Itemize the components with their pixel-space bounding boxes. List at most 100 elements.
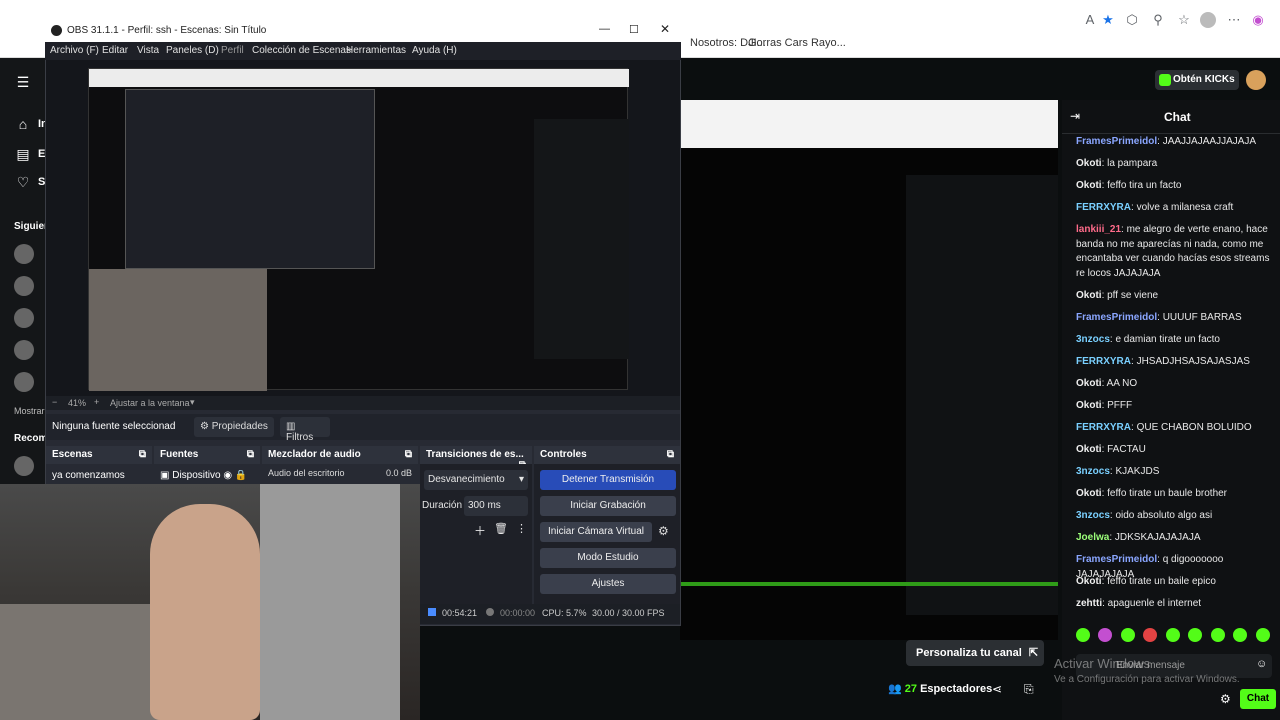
customize-channel-button[interactable]: Personaliza tu canal ⇱ — [906, 640, 1044, 666]
menu-editar[interactable]: Editar — [102, 45, 128, 56]
menu-archivo[interactable]: Archivo (F) — [50, 45, 99, 56]
transition-select[interactable]: Desvanecimiento ▾ — [424, 470, 528, 490]
menu-coleccion[interactable]: Colección de Escenas — [252, 45, 351, 56]
chat-username[interactable]: Okoti — [1076, 290, 1102, 301]
dock-options-icon[interactable]: ⧉ — [667, 449, 674, 460]
studio-mode-button[interactable]: Modo Estudio — [540, 548, 676, 568]
virtual-camera-button[interactable]: Iniciar Cámara Virtual — [540, 522, 652, 542]
chat-username[interactable]: 3nzocs — [1076, 510, 1110, 521]
chevron-down-icon[interactable]: ▾ — [190, 397, 195, 408]
dock-options-icon[interactable]: ⧉ — [405, 449, 412, 460]
share-icon[interactable]: ⋖ — [992, 682, 1002, 696]
filters-button[interactable]: ▥ Filtros — [280, 417, 330, 443]
profile-avatar[interactable] — [1200, 12, 1216, 28]
avatar[interactable] — [14, 244, 34, 264]
menu-ayuda[interactable]: Ayuda (H) — [412, 45, 457, 56]
scene-item[interactable]: ya comenzamos — [52, 470, 125, 481]
trash-icon[interactable]: 🗑 — [494, 522, 508, 535]
zoom-in-icon[interactable]: + — [94, 397, 99, 407]
home-icon[interactable]: ⌂ — [14, 116, 32, 134]
maximize-icon[interactable]: ☐ — [629, 23, 639, 36]
avatar[interactable] — [14, 340, 34, 360]
chat-username[interactable]: FERRXYRA — [1076, 202, 1131, 213]
sources-dock-header: Fuentes ⧉ — [154, 446, 260, 464]
stop-stream-button[interactable]: Detener Transmisión — [540, 470, 676, 490]
chat-username[interactable]: FramesPrimeidol — [1076, 312, 1157, 323]
chat-username[interactable]: FERRXYRA — [1076, 422, 1131, 433]
fit-window-label[interactable]: Ajustar a la ventana — [110, 398, 190, 408]
minimize-icon[interactable]: — — [599, 23, 610, 35]
emote-icon[interactable] — [1120, 628, 1135, 642]
emote-icon[interactable] — [1255, 628, 1270, 642]
settings-button[interactable]: Ajustes — [540, 574, 676, 594]
emote-icon[interactable] — [1098, 628, 1113, 642]
emote-icon[interactable] — [1165, 628, 1180, 642]
chat-username[interactable]: Okoti — [1076, 444, 1102, 455]
show-more-link[interactable]: Mostrar — [14, 406, 45, 416]
clip-icon[interactable]: ⎘ — [1024, 682, 1034, 697]
emote-icon[interactable] — [1188, 628, 1203, 642]
chat-username[interactable]: Okoti — [1076, 576, 1102, 587]
browse-icon[interactable]: ▤ — [14, 146, 32, 164]
chat-username[interactable]: Okoti — [1076, 488, 1102, 499]
source-item[interactable]: ▣ Dispositivo ◉ 🔒 — [160, 470, 256, 481]
add-icon[interactable]: ＋ — [474, 522, 486, 539]
chat-message: Okoti: pff se viene — [1076, 289, 1272, 304]
user-avatar[interactable] — [1246, 70, 1266, 90]
fps-readout: 30.00 / 30.00 FPS — [592, 608, 665, 618]
chat-username[interactable]: Okoti — [1076, 180, 1102, 191]
send-chat-button[interactable]: Chat — [1240, 689, 1276, 709]
visibility-eye-icon[interactable]: ◉ — [223, 470, 232, 481]
emote-icon[interactable] — [1076, 628, 1090, 642]
chat-username[interactable]: FramesPrimeidol — [1076, 136, 1157, 147]
favorites-icon[interactable]: ☆ — [1176, 12, 1192, 28]
chat-username[interactable]: zehtti — [1076, 598, 1102, 609]
chat-username[interactable]: 3nzocs — [1076, 334, 1110, 345]
menu-perfil[interactable]: Perfil — [221, 45, 244, 56]
avatar[interactable] — [14, 276, 34, 296]
emote-icon[interactable] — [1143, 628, 1158, 642]
lock-icon[interactable]: 🔒 — [235, 470, 247, 481]
webcam-overlay — [0, 484, 420, 720]
chat-username[interactable]: Okoti — [1076, 378, 1102, 389]
virtual-camera-settings-icon[interactable]: ⚙ — [658, 524, 669, 538]
following-icon[interactable]: ♡ — [14, 174, 32, 192]
more-icon[interactable]: ⋯ — [1226, 12, 1242, 28]
chat-username[interactable]: FramesPrimeidol — [1076, 554, 1157, 565]
start-recording-button[interactable]: Iniciar Grabación — [540, 496, 676, 516]
chat-username[interactable]: FERRXYRA — [1076, 356, 1131, 367]
menu-vista[interactable]: Vista — [137, 45, 159, 56]
properties-button[interactable]: ⚙ Propiedades — [194, 417, 274, 437]
emote-icon[interactable] — [1233, 628, 1248, 642]
avatar[interactable] — [14, 372, 34, 392]
chat-username[interactable]: Joelwa — [1076, 532, 1109, 543]
emoji-icon[interactable]: ☺ — [1256, 658, 1267, 670]
close-icon[interactable]: ✕ — [660, 22, 670, 36]
dock-options-icon[interactable]: ⧉ — [247, 449, 254, 460]
dock-options-icon[interactable]: ⧉ — [139, 449, 146, 460]
chat-username[interactable]: lankiii_21 — [1076, 224, 1121, 235]
bookmark-gorras[interactable]: Gorras Cars Rayo... — [748, 37, 846, 49]
chat-username[interactable]: 3nzocs — [1076, 466, 1110, 477]
avatar[interactable] — [14, 308, 34, 328]
mixer-title: Mezclador de audio — [268, 449, 361, 460]
extension-icon[interactable]: ⬡ — [1124, 12, 1140, 28]
bookmark-star-icon[interactable]: ★ — [1100, 12, 1116, 28]
emote-icon[interactable] — [1210, 628, 1225, 642]
zoom-out-icon[interactable]: − — [52, 397, 57, 407]
chat-username[interactable]: Okoti — [1076, 158, 1102, 169]
copilot-icon[interactable]: ◉ — [1250, 12, 1266, 28]
menu-icon[interactable]: ☰ — [14, 74, 32, 92]
lock-icon[interactable]: ⚲ — [1150, 12, 1166, 28]
collapse-chat-icon[interactable]: ⇥ — [1070, 109, 1080, 123]
duration-spinbox[interactable]: 300 ms — [464, 496, 528, 516]
settings-gear-icon[interactable]: ⚙ — [1220, 692, 1231, 706]
get-kicks-button[interactable]: Obtén KICKs — [1155, 70, 1239, 90]
avatar[interactable] — [14, 456, 34, 476]
menu-herramientas[interactable]: Herramientas — [346, 45, 406, 56]
chat-username[interactable]: Okoti — [1076, 400, 1102, 411]
more-vertical-icon[interactable]: ⋮ — [516, 522, 527, 535]
stream-captured-browser — [680, 100, 1058, 148]
translate-icon[interactable]: A — [1082, 12, 1098, 28]
menu-paneles[interactable]: Paneles (D) — [166, 45, 219, 56]
